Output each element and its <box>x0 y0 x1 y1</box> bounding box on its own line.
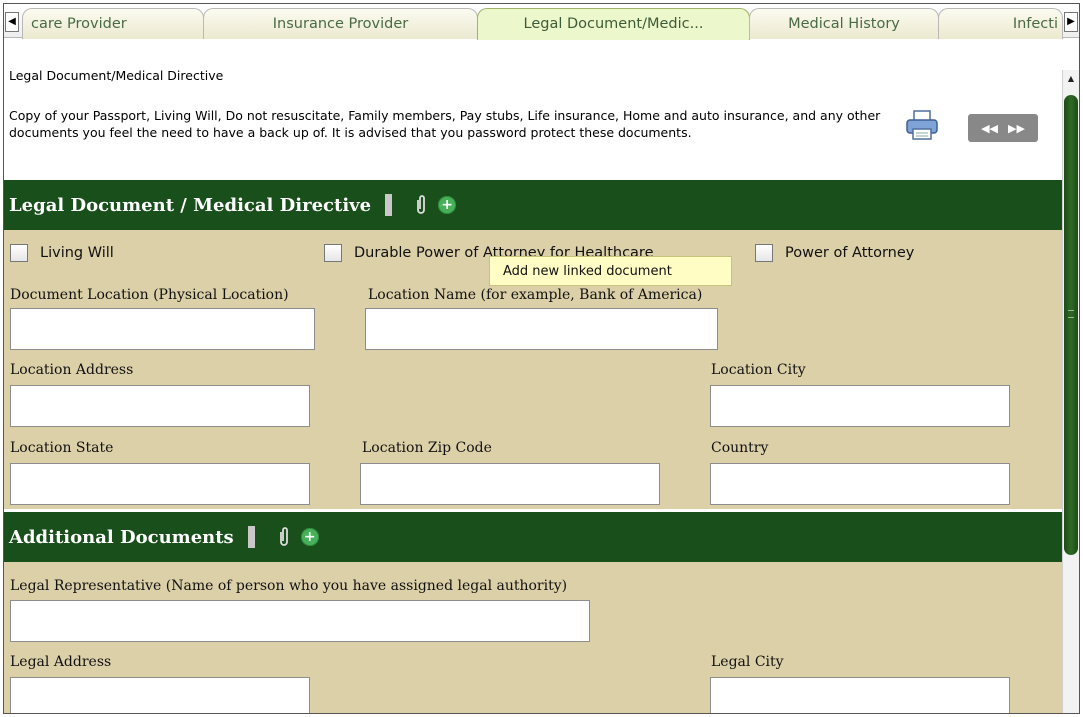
legal-representative-label: Legal Representative (Name of person who… <box>10 578 568 594</box>
location-state-input[interactable] <box>10 463 310 505</box>
additional-documents-form: Legal Representative (Name of person who… <box>4 562 1062 713</box>
tab-medical-history[interactable]: Medical History <box>749 8 939 39</box>
app-frame: ◀ care Provider Insurance Provider Legal… <box>3 3 1080 714</box>
power-of-attorney-checkbox[interactable]: Power of Attorney <box>755 244 914 262</box>
section-title: Additional Documents <box>9 526 234 548</box>
tab-scroll-left-icon[interactable]: ◀ <box>5 12 19 32</box>
tab-insurance-provider[interactable]: Insurance Provider <box>203 8 478 39</box>
tab-label: Medical History <box>788 16 900 32</box>
scroll-thumb[interactable] <box>1064 95 1078 555</box>
location-city-input[interactable] <box>710 385 1010 427</box>
scrollbar[interactable]: ▲ <box>1062 70 1079 713</box>
location-name-input[interactable] <box>365 308 718 350</box>
description-text: Copy of your Passport, Living Will, Do n… <box>9 108 881 140</box>
legal-city-input[interactable] <box>710 677 1010 713</box>
tab-infectious[interactable]: Infecti <box>938 8 1063 39</box>
location-zip-input[interactable] <box>360 463 660 505</box>
legal-address-label: Legal Address <box>10 654 112 670</box>
location-zip-label: Location Zip Code <box>362 440 492 456</box>
add-linked-document-icon[interactable]: + <box>300 528 319 546</box>
checkbox-label: Living Will <box>40 245 114 261</box>
legal-representative-input[interactable] <box>10 600 590 642</box>
previous-record-icon[interactable]: ◀◀ <box>981 122 998 135</box>
checkbox-box[interactable] <box>755 244 773 262</box>
section-header-additional-documents: Additional Documents + <box>4 512 1062 562</box>
scroll-grip-icon <box>1068 310 1074 318</box>
scroll-up-icon[interactable]: ▲ <box>1063 70 1079 88</box>
location-address-input[interactable] <box>10 385 310 427</box>
page-heading: Legal Document/Medical Directive <box>9 68 224 83</box>
add-linked-document-icon[interactable]: + <box>438 196 457 214</box>
tab-legal-document[interactable]: Legal Document/Medic... <box>477 8 750 40</box>
tab-scroll-right-icon[interactable]: ▶ <box>1064 12 1078 32</box>
country-label: Country <box>711 440 769 456</box>
location-address-label: Location Address <box>10 362 134 378</box>
document-location-label: Document Location (Physical Location) <box>10 287 289 303</box>
tab-healthcare-provider[interactable]: care Provider <box>22 8 204 39</box>
tab-label: Legal Document/Medic... <box>523 16 704 32</box>
location-name-label: Location Name (for example, Bank of Amer… <box>368 287 703 303</box>
tab-label: Insurance Provider <box>272 16 409 32</box>
add-document-tooltip: Add new linked document <box>489 256 732 286</box>
checkbox-label: Power of Attorney <box>785 245 915 261</box>
country-input[interactable] <box>710 463 1010 505</box>
document-location-input[interactable] <box>10 308 315 350</box>
checkbox-box[interactable] <box>10 244 28 262</box>
checkbox-box[interactable] <box>324 244 342 262</box>
printer-icon[interactable] <box>905 109 939 141</box>
tab-label: care Provider <box>31 16 127 32</box>
paperclip-icon[interactable] <box>277 526 291 548</box>
separator-icon <box>385 194 393 216</box>
tab-label: Infecti <box>1012 16 1058 32</box>
location-city-label: Location City <box>711 362 806 378</box>
legal-address-input[interactable] <box>10 677 310 713</box>
paperclip-icon[interactable] <box>414 194 428 216</box>
separator-icon <box>247 526 255 548</box>
legal-city-label: Legal City <box>711 654 784 670</box>
living-will-checkbox[interactable]: Living Will <box>10 244 114 262</box>
section-title: Legal Document / Medical Directive <box>9 194 372 216</box>
section-header-legal-document: Legal Document / Medical Directive + <box>4 180 1062 230</box>
location-state-label: Location State <box>10 440 114 456</box>
record-nav: ◀◀ ▶▶ <box>968 114 1038 142</box>
tab-strip: ◀ care Provider Insurance Provider Legal… <box>4 4 1079 40</box>
next-record-icon[interactable]: ▶▶ <box>1008 122 1025 135</box>
